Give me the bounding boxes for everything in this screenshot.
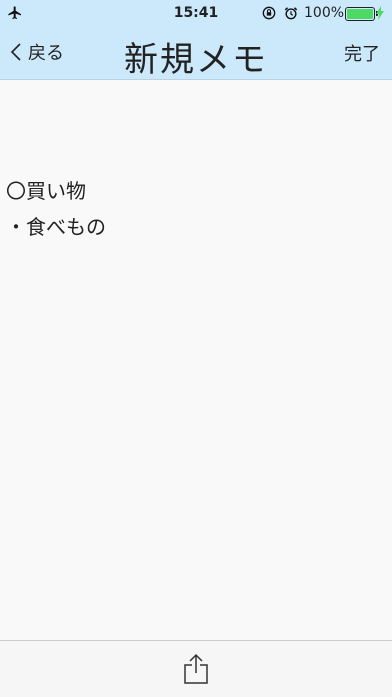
top-bar: 15:41 100% 戻る 新規メモ 完了 xyxy=(0,0,392,80)
battery-icon xyxy=(345,7,378,21)
rotation-lock-icon xyxy=(262,6,276,20)
bottom-toolbar xyxy=(0,640,392,697)
alarm-icon xyxy=(284,7,298,20)
status-bar: 15:41 100% xyxy=(0,0,392,26)
battery-percent: 100% xyxy=(304,5,345,21)
note-line-item[interactable]: ・食べもの xyxy=(6,211,106,240)
page-title: 新規メモ xyxy=(124,40,268,80)
charging-bolt-icon xyxy=(376,6,384,20)
done-button[interactable]: 完了 xyxy=(344,40,380,66)
navigation-bar: 戻る 新規メモ 完了 xyxy=(0,26,392,80)
note-editor[interactable]: 〇買い物 ・食べもの xyxy=(0,80,392,640)
note-line-heading[interactable]: 〇買い物 xyxy=(6,175,86,204)
battery-fill xyxy=(347,9,373,19)
share-icon[interactable] xyxy=(182,653,210,685)
